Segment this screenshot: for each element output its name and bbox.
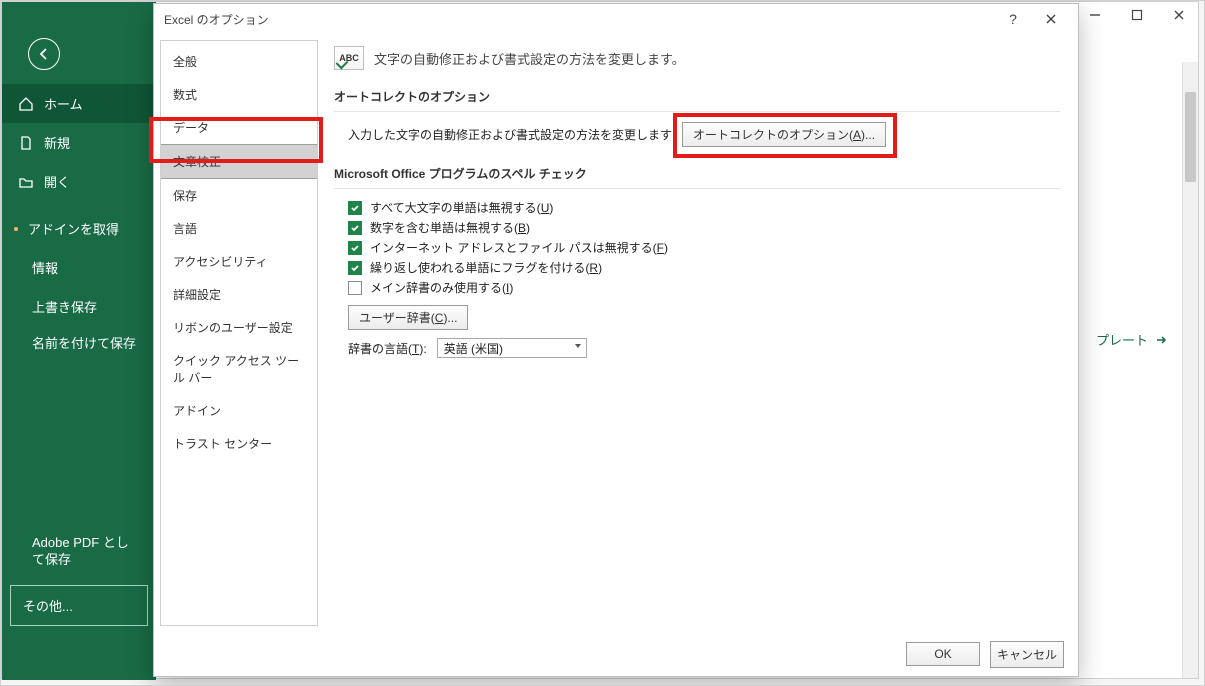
checkbox-icon: [348, 221, 362, 235]
new-doc-icon: [18, 135, 34, 151]
chk-uppercase[interactable]: すべて大文字の単語は無視する(U): [348, 199, 1060, 216]
nav-general[interactable]: 全般: [161, 45, 317, 78]
dialog-close-button[interactable]: [1032, 4, 1070, 34]
nav-open-label: 開く: [44, 172, 70, 191]
back-arrow-button[interactable]: [28, 38, 60, 70]
autocorrect-options-label: オートコレクトのオプション(A)...: [693, 128, 875, 142]
dialog-nav: 全般 数式 データ 文章校正 保存 言語 アクセシビリティ 詳細設定 リボンのユ…: [160, 40, 318, 626]
page-heading: 文字の自動修正および書式設定の方法を変更します。: [374, 49, 685, 68]
user-dictionary-button[interactable]: ユーザー辞書(C)...: [348, 305, 468, 330]
nav-other-label: その他...: [23, 596, 73, 615]
nav-adobe-pdf[interactable]: Adobe PDF として保存: [2, 525, 156, 579]
user-dictionary-label: ユーザー辞書(C)...: [359, 311, 457, 325]
cancel-button[interactable]: キャンセル: [990, 641, 1064, 668]
nav-addins[interactable]: アドインを取得: [2, 209, 156, 248]
autocorrect-desc: 入力した文字の自動修正および書式設定の方法を変更します: [348, 126, 672, 143]
chk-numbers-label: 数字を含む単語は無視する(B): [370, 219, 530, 236]
main-scrollbar[interactable]: [1182, 62, 1198, 678]
chk-repeated[interactable]: 繰り返し使われる単語にフラグを付ける(R): [348, 259, 1060, 276]
section-spellcheck: Microsoft Office プログラムのスペル チェック: [334, 165, 1060, 182]
dict-lang-select[interactable]: 英語 (米国): [437, 338, 587, 358]
nav-home[interactable]: ホーム: [2, 84, 156, 123]
nav-proofing[interactable]: 文章校正: [161, 144, 317, 179]
section-autocorrect: オートコレクトのオプション: [334, 88, 1060, 105]
nav-save-cat[interactable]: 保存: [161, 179, 317, 212]
nav-info[interactable]: 情報: [2, 248, 156, 287]
main-minimize-button[interactable]: [1088, 8, 1102, 22]
nav-open[interactable]: 開く: [2, 162, 156, 201]
nav-advanced[interactable]: 詳細設定: [161, 278, 317, 311]
folder-open-icon: [18, 174, 34, 190]
proofing-icon: ABC: [334, 46, 364, 70]
nav-language[interactable]: 言語: [161, 212, 317, 245]
nav-save[interactable]: 上書き保存: [2, 287, 156, 326]
nav-trust-center[interactable]: トラスト センター: [161, 427, 317, 460]
nav-formulas[interactable]: 数式: [161, 78, 317, 111]
checkbox-icon: [348, 201, 362, 215]
checkbox-icon: [348, 281, 362, 295]
nav-saveas-label: 名前を付けて保存: [32, 336, 136, 353]
nav-accessibility[interactable]: アクセシビリティ: [161, 245, 317, 278]
excel-options-dialog: Excel のオプション ? 全般 数式 データ 文章校正 保存 言語 アクセシ…: [153, 3, 1079, 677]
scrollbar-thumb[interactable]: [1185, 92, 1196, 182]
main-maximize-button[interactable]: [1130, 8, 1144, 22]
checkbox-icon: [348, 241, 362, 255]
nav-customize-ribbon[interactable]: リボンのユーザー設定: [161, 311, 317, 344]
nav-addins-label: アドインを取得: [28, 219, 119, 238]
checkbox-icon: [348, 261, 362, 275]
dialog-titlebar: Excel のオプション ?: [154, 4, 1078, 34]
chk-internet-label: インターネット アドレスとファイル パスは無視する(F): [370, 239, 668, 256]
nav-qat[interactable]: クイック アクセス ツール バー: [161, 344, 317, 394]
help-button[interactable]: ?: [994, 4, 1032, 34]
nav-adobepdf-label: Adobe PDF として保存: [32, 535, 140, 569]
autocorrect-options-button[interactable]: オートコレクトのオプション(A)...: [682, 122, 886, 147]
nav-addins-cat[interactable]: アドイン: [161, 394, 317, 427]
nav-new-label: 新規: [44, 133, 70, 152]
chk-internet[interactable]: インターネット アドレスとファイル パスは無視する(F): [348, 239, 1060, 256]
chk-maindict[interactable]: メイン辞書のみ使用する(I): [348, 279, 1060, 296]
chk-maindict-label: メイン辞書のみ使用する(I): [370, 279, 513, 296]
chk-numbers[interactable]: 数字を含む単語は無視する(B): [348, 219, 1060, 236]
ok-button[interactable]: OK: [906, 642, 980, 666]
backstage-nav: ホーム 新規 開く アドインを取得 情報: [2, 2, 156, 680]
templates-link-label: プレート: [1096, 330, 1148, 349]
chk-repeated-label: 繰り返し使われる単語にフラグを付ける(R): [370, 259, 602, 276]
dict-lang-label: 辞書の言語(T):: [348, 340, 427, 357]
dict-lang-value: 英語 (米国): [437, 338, 587, 358]
nav-save-label: 上書き保存: [32, 297, 97, 316]
nav-new[interactable]: 新規: [2, 123, 156, 162]
dot-icon: [14, 227, 18, 231]
dialog-content: ABC 文字の自動修正および書式設定の方法を変更します。 オートコレクトのオプシ…: [326, 34, 1078, 632]
nav-info-label: 情報: [32, 258, 58, 277]
templates-link-fragment[interactable]: プレート: [1096, 330, 1168, 349]
dialog-title: Excel のオプション: [164, 11, 269, 28]
main-close-button[interactable]: [1172, 8, 1186, 22]
nav-home-label: ホーム: [44, 94, 83, 113]
nav-other[interactable]: その他...: [10, 585, 148, 626]
home-icon: [18, 96, 34, 112]
chk-uppercase-label: すべて大文字の単語は無視する(U): [370, 199, 553, 216]
nav-saveas[interactable]: 名前を付けて保存: [2, 326, 156, 363]
nav-data[interactable]: データ: [161, 111, 317, 144]
dialog-footer: OK キャンセル: [154, 632, 1078, 676]
